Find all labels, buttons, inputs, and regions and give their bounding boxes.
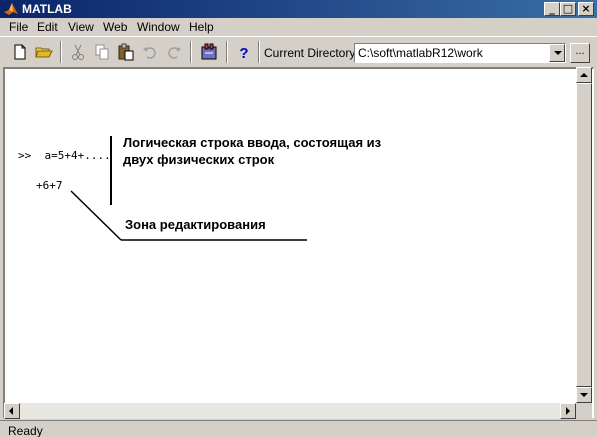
scroll-right-icon[interactable] (560, 403, 576, 419)
status-text: Ready (8, 424, 43, 437)
scroll-thumb-vertical[interactable] (576, 83, 592, 387)
scroll-up-icon[interactable] (576, 67, 592, 83)
menu-window[interactable]: Window (137, 20, 180, 34)
scroll-down-icon[interactable] (576, 387, 592, 403)
help-icon[interactable]: ? (234, 42, 254, 62)
toolbar-separator (226, 41, 228, 63)
menu-web[interactable]: Web (103, 20, 127, 34)
menu-file[interactable]: File (9, 20, 28, 34)
toolbar-separator (190, 41, 192, 63)
annotation-logical-line-2: двух физических строк (123, 152, 275, 167)
menu-edit[interactable]: Edit (37, 20, 58, 34)
menu-help[interactable]: Help (189, 20, 214, 34)
vertical-scrollbar[interactable] (576, 67, 592, 403)
toolbar: ? Current Directory: C:\soft\matlabR12\w… (0, 36, 597, 66)
browse-directory-button[interactable]: ... (570, 43, 590, 63)
copy-icon[interactable] (92, 42, 112, 62)
scroll-left-icon[interactable] (4, 403, 20, 419)
annotation-lines (70, 136, 307, 241)
status-bar: Ready (0, 420, 597, 437)
annotation-logical-line-1: Логическая строка ввода, состоящая из (123, 135, 382, 150)
matlab-logo-icon (4, 3, 18, 15)
chevron-down-icon[interactable] (549, 44, 565, 62)
annotation-edit-zone: Зона редактирования (125, 217, 266, 232)
simulink-icon[interactable] (199, 42, 219, 62)
window-title: MATLAB (22, 2, 72, 16)
svg-text:?: ? (239, 45, 248, 62)
scrollbar-corner (576, 403, 592, 419)
menu-bar: File Edit View Web Window Help (0, 18, 597, 36)
minimize-button[interactable]: _ (544, 2, 560, 16)
toolbar-separator (60, 41, 62, 63)
undo-icon[interactable] (140, 42, 160, 62)
current-directory-combo[interactable]: C:\soft\matlabR12\work (354, 43, 566, 63)
current-directory-label: Current Directory: (264, 46, 359, 60)
redo-icon[interactable] (164, 42, 184, 62)
current-directory-value[interactable]: C:\soft\matlabR12\work (358, 46, 483, 60)
open-folder-icon[interactable] (34, 42, 54, 62)
close-button[interactable]: × (578, 2, 594, 16)
new-file-icon[interactable] (10, 42, 30, 62)
horizontal-scrollbar[interactable] (4, 403, 576, 419)
paste-icon[interactable] (116, 42, 136, 62)
command-window[interactable]: >> a=5+4+.... +6+7 Логическая строка вво… (3, 67, 594, 418)
toolbar-separator (258, 41, 260, 63)
cut-icon[interactable] (68, 42, 88, 62)
maximize-button[interactable]: □ (560, 2, 576, 16)
menu-view[interactable]: View (68, 20, 94, 34)
title-bar[interactable]: MATLAB _ □ × (0, 0, 597, 18)
